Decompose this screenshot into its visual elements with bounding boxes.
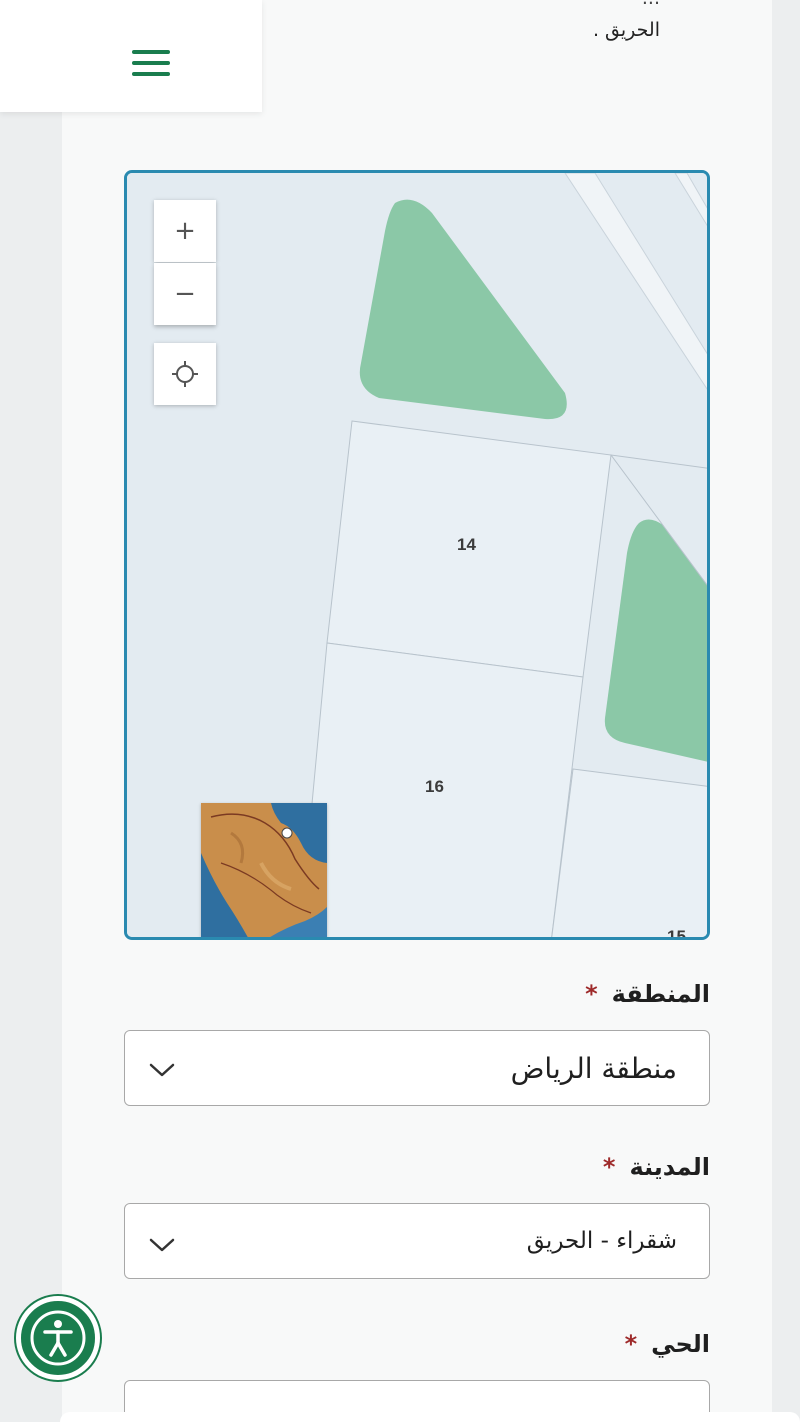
chevron-down-icon (149, 1238, 175, 1252)
region-label: المنطقة * (585, 980, 710, 1008)
crosshair-icon (172, 361, 198, 387)
city-label-text: المدينة (629, 1153, 710, 1181)
plus-icon: + (174, 216, 196, 246)
parcel-15 (551, 768, 707, 937)
city-select-value: شقراء - الحريق (526, 1228, 677, 1254)
intro-text: ... الحريق . (260, 0, 660, 46)
required-asterisk: * (585, 980, 598, 1008)
menu-panel (0, 0, 262, 112)
district-label: الحي * (625, 1330, 710, 1358)
hamburger-menu-icon[interactable] (128, 48, 172, 78)
minus-icon: − (174, 279, 196, 309)
minimap-image (201, 803, 327, 937)
parcel-label: 14 (457, 535, 476, 554)
required-asterisk: * (624, 1330, 638, 1358)
parcel-label: 15 (667, 927, 686, 940)
zoom-out-button[interactable]: − (154, 263, 216, 325)
parcel-label: 16 (425, 777, 444, 796)
accessibility-button[interactable] (16, 1296, 100, 1380)
intro-text-line: الحريق . (592, 19, 660, 41)
city-select[interactable]: شقراء - الحريق (124, 1203, 710, 1279)
district-label-text: الحي (651, 1330, 710, 1358)
overview-minimap[interactable] (201, 803, 327, 937)
city-label: المدينة * (603, 1153, 710, 1181)
region-select[interactable]: منطقة الرياض (124, 1030, 710, 1106)
chevron-down-icon (149, 1063, 175, 1077)
locate-button[interactable] (154, 343, 216, 405)
region-select-value: منطقة الرياض (510, 1051, 677, 1085)
intro-text-clipped: ... (260, 0, 660, 14)
accessibility-icon (30, 1310, 86, 1366)
zoom-in-button[interactable]: + (154, 200, 216, 262)
region-label-text: المنطقة (611, 980, 710, 1008)
required-asterisk: * (602, 1153, 616, 1181)
map-view[interactable]: 14 16 15 + − (124, 170, 710, 940)
bottom-sheet-edge (60, 1412, 800, 1422)
